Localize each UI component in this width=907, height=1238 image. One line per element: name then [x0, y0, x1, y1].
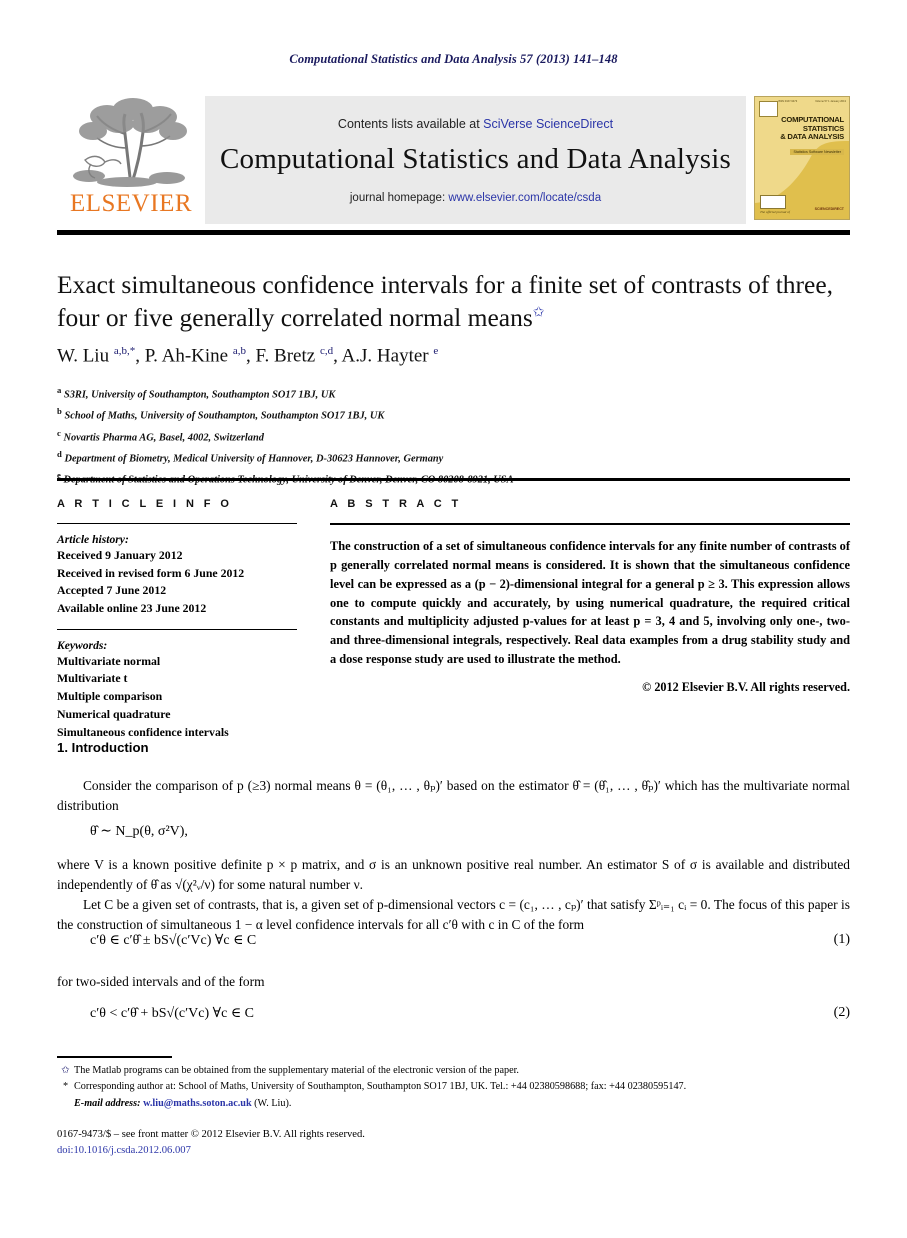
author-list: W. Liu a,b,*, P. Ah-Kine a,b, F. Bretz c… [57, 345, 439, 367]
article-history-item: Accepted 7 June 2012 [57, 583, 167, 598]
affiliation-text: S3RI, University of Southampton, Southam… [63, 389, 336, 401]
running-head: Computational Statistics and Data Analys… [289, 52, 618, 66]
article-history-item: Received in revised form 6 June 2012 [57, 565, 245, 580]
cover-title-line-3: & DATA ANALYSIS [780, 132, 844, 142]
article-info-column: A R T I C L E I N F O Article history: R… [57, 498, 297, 741]
elsevier-wordmark: ELSEVIER [69, 190, 193, 217]
equation-1-text: c′θ ∈ c′θ̂ ± bS√(c′Vc) ∀c ∈ C [90, 933, 257, 948]
keywords-label: Keywords: [57, 638, 108, 652]
email-author: (W. Liu). [254, 1097, 292, 1109]
equation-distribution: θ̂ ∼ N_p(θ, σ²V), [57, 823, 850, 840]
affiliation-item: c Novartis Pharma AG, Basel, 4002, Switz… [57, 426, 857, 447]
elsevier-logo: ELSEVIER [57, 96, 205, 224]
affiliation-mark: c [57, 427, 61, 438]
keyword-item: Multivariate normal [57, 653, 161, 668]
homepage-prefix: journal homepage: [349, 191, 449, 204]
article-info-heading: A R T I C L E I N F O [57, 498, 233, 510]
body-paragraph-4: for two-sided intervals and of the form [57, 974, 265, 989]
issn-front-matter: 0167-9473/$ – see front matter © 2012 El… [57, 1129, 365, 1140]
affiliation-mark: b [57, 406, 62, 417]
footnote-rule [57, 1056, 172, 1058]
cover-publisher-badge [759, 101, 778, 117]
cover-art: ISSN 0167-9473 Volume 57 1 January 2013 … [754, 96, 850, 220]
title-footnote-marker: ✩ [532, 305, 545, 321]
journal-homepage-link[interactable]: www.elsevier.com/locate/csda [448, 192, 601, 204]
journal-cover-thumbnail: ISSN 0167-9473 Volume 57 1 January 2013 … [746, 96, 850, 224]
equation-1: (1) c′θ ∈ c′θ̂ ± bS√(c′Vc) ∀c ∈ C [57, 932, 850, 949]
article-page: Computational Statistics and Data Analys… [0, 0, 907, 1238]
article-history-label: Article history: [57, 533, 129, 546]
cover-sciencedirect-mark: SCIENCEDIRECT [814, 207, 844, 211]
article-history-item: Available online 23 June 2012 [57, 601, 207, 616]
affiliation-list: a S3RI, University of Southampton, South… [57, 383, 857, 490]
email-address-link[interactable]: w.liu@maths.soton.ac.uk [143, 1098, 252, 1109]
keyword-item: Numerical quadrature [57, 706, 171, 721]
footnote-item: * Corresponding author at: School of Mat… [57, 1079, 850, 1094]
footnote-corresponding-text: Corresponding author at: School of Maths… [74, 1081, 687, 1093]
affiliation-mark: d [57, 448, 62, 459]
abstract-copyright: © 2012 Elsevier B.V. All rights reserved… [642, 679, 850, 694]
affiliation-item: d Department of Biometry, Medical Univer… [57, 447, 857, 468]
equation-2-text: c′θ < c′θ̂ + bS√(c′Vc) ∀c ∈ C [90, 1006, 255, 1021]
footnote-corresponding-marker: * [62, 1081, 69, 1093]
keyword-item: Multivariate t [57, 671, 128, 686]
affiliation-text: Novartis Pharma AG, Basel, 4002, Switzer… [63, 432, 264, 444]
article-history-item: Received 9 January 2012 [57, 548, 183, 562]
equation-distribution-text: θ̂ ∼ N_p(θ, σ²V), [90, 824, 188, 839]
equation-2-number: (2) [833, 1005, 850, 1020]
body-paragraph-3: Let C be a given set of contrasts, that … [57, 897, 850, 932]
abstract-divider [330, 523, 850, 525]
section-heading-introduction: 1. Introduction [57, 740, 149, 755]
footnote-item: ✩ The Matlab programs can be obtained fr… [57, 1063, 850, 1078]
abstract-heading: A B S T R A C T [330, 498, 462, 510]
banner-bottom-rule [57, 230, 850, 235]
doi-link[interactable]: doi:10.1016/j.csda.2012.06.007 [57, 1143, 850, 1159]
equation-1-number: (1) [833, 932, 850, 947]
affiliation-mark: a [57, 385, 62, 395]
body-paragraph-2: where V is a known positive definite p ×… [57, 857, 850, 892]
affiliation-text: Department of Biometry, Medical Universi… [64, 453, 444, 465]
journal-banner: ELSEVIER Contents lists available at Sci… [57, 96, 850, 224]
affiliation-item: a S3RI, University of Southampton, South… [57, 383, 857, 404]
footnote-email-line: E-mail address: w.liu@maths.soton.ac.uk … [74, 1096, 850, 1111]
cover-caption: The official journal of [760, 210, 790, 214]
abstract-column: A B S T R A C T The construction of a se… [330, 498, 850, 695]
abstract-text: The construction of a set of simultaneou… [330, 539, 850, 667]
sciverse-sciencedirect-link[interactable]: SciVerse ScienceDirect [483, 117, 613, 131]
keywords-block: Keywords: Multivariate normal Multivaria… [57, 628, 297, 741]
footnote-star-marker: ✩ [61, 1065, 70, 1076]
imprint-block: 0167-9473/$ – see front matter © 2012 El… [57, 1127, 850, 1159]
body-paragraph-1: Consider the comparison of p (≥3) normal… [57, 778, 851, 813]
contents-available-line: Contents lists available at SciVerse Sci… [338, 117, 613, 131]
keywords-divider [57, 628, 297, 630]
cover-society-logo [760, 195, 786, 209]
cover-subtitle: Statistics Software Newsletter [790, 149, 844, 155]
cover-volume: Volume 57 1 January 2013 [815, 100, 846, 103]
cover-title: COMPUTATIONAL STATISTICS & DATA ANALYSIS [771, 115, 844, 142]
banner-center: Contents lists available at SciVerse Sci… [205, 96, 746, 224]
page-title: Exact simultaneous confidence intervals … [57, 268, 857, 334]
footnote-star-text: The Matlab programs can be obtained from… [74, 1065, 519, 1076]
keyword-item: Simultaneous confidence intervals [57, 724, 229, 739]
keyword-item: Multiple comparison [57, 689, 163, 704]
journal-title: Computational Statistics and Data Analys… [219, 142, 731, 175]
info-section-top-rule [57, 478, 850, 481]
article-info-divider [57, 523, 297, 524]
contents-prefix: Contents lists available at [337, 116, 484, 131]
article-title-text: Exact simultaneous confidence intervals … [57, 270, 834, 333]
affiliation-text: School of Maths, University of Southampt… [64, 410, 385, 422]
elsevier-tree-icon [73, 98, 187, 187]
journal-homepage-line: journal homepage: www.elsevier.com/locat… [350, 192, 601, 204]
equation-2: (2) c′θ < c′θ̂ + bS√(c′Vc) ∀c ∈ C [57, 1005, 850, 1022]
footnote-block: ✩ The Matlab programs can be obtained fr… [57, 1063, 850, 1111]
affiliation-item: b School of Maths, University of Southam… [57, 404, 857, 425]
email-label: E-mail address: [74, 1097, 141, 1109]
cover-issn: ISSN 0167-9473 [778, 100, 798, 103]
